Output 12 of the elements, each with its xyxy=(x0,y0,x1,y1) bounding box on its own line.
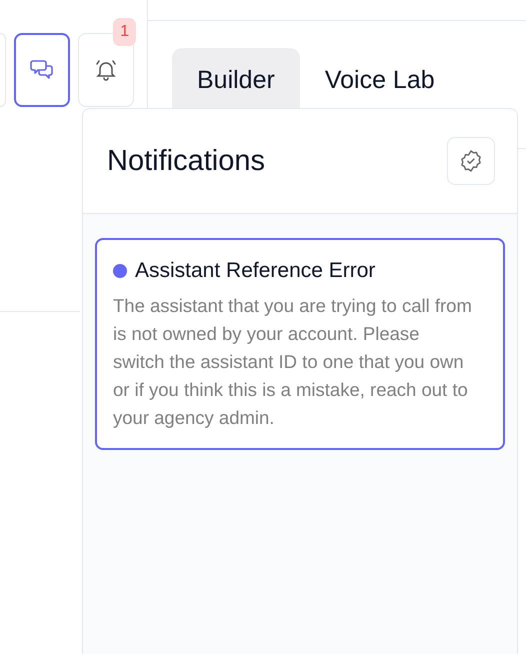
notification-message: The assistant that you are trying to call from is not owned by your account. Please switch the assistant ID to one that you own or if you think this is a mistake, reach out to your agency admin. xyxy=(113,294,473,430)
tab[interactable]: Builder xyxy=(172,48,300,108)
chat-icon xyxy=(30,59,54,81)
badge-check-icon xyxy=(459,149,483,173)
notification-card[interactable] xyxy=(95,238,505,450)
notification-title: Assistant Reference Error xyxy=(135,258,376,284)
tab[interactable]: Voice Lab xyxy=(300,48,460,108)
panel-title: Notifications xyxy=(107,144,265,178)
bell-icon xyxy=(94,58,118,82)
notification-badge: 1 xyxy=(113,18,136,46)
chat-button[interactable] xyxy=(14,33,70,107)
mark-read-button[interactable] xyxy=(447,137,495,185)
